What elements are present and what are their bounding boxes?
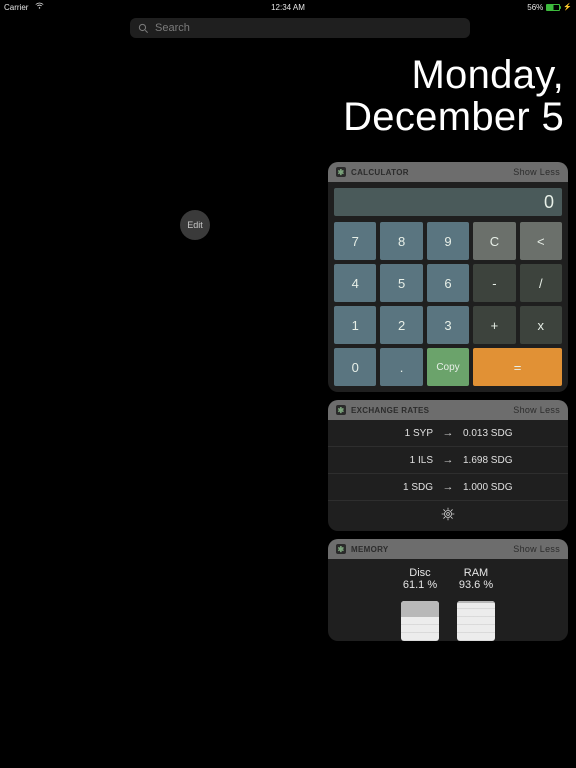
status-left: Carrier <box>4 2 44 12</box>
carrier-label: Carrier <box>4 3 28 12</box>
calculator-widget: ✱ CALCULATOR Show Less 0 7 8 9 C < 4 5 6… <box>328 162 568 392</box>
memory-ram-value: 93.6 % <box>459 579 493 591</box>
memory-header: ✱ MEMORY Show Less <box>328 539 568 559</box>
wifi-icon <box>35 3 44 12</box>
exchange-from: 1 SYP <box>336 428 437 439</box>
memory-disc-used-fill <box>401 601 439 617</box>
memory-disc-value: 61.1 % <box>403 579 437 591</box>
status-bar: Carrier 12:34 AM 56% ⚡ <box>0 0 576 14</box>
key-divide[interactable]: / <box>520 264 562 302</box>
exchange-header: ✱ EXCHANGE RATES Show Less <box>328 400 568 420</box>
battery-percent: 56% <box>527 3 543 12</box>
exchange-row: 1 SYP → 0.013 SDG <box>328 420 568 446</box>
lockscreen-date: Monday, December 5 <box>343 54 564 138</box>
date-monthday: December 5 <box>343 96 564 138</box>
key-7[interactable]: 7 <box>334 222 376 260</box>
exchange-app-icon: ✱ <box>336 405 346 415</box>
calculator-keypad: 7 8 9 C < 4 5 6 - / 1 2 3 + x 0 . Copy = <box>334 222 562 386</box>
key-1[interactable]: 1 <box>334 306 376 344</box>
calculator-title: CALCULATOR <box>351 168 409 177</box>
key-multiply[interactable]: x <box>520 306 562 344</box>
memory-app-icon: ✱ <box>336 544 346 554</box>
gear-icon <box>441 507 455 521</box>
memory-ram-used-fill <box>457 601 495 603</box>
memory-ram-label: RAM <box>464 567 488 579</box>
battery-icon <box>546 4 560 11</box>
memory-showless-button[interactable]: Show Less <box>513 544 560 554</box>
key-3[interactable]: 3 <box>427 306 469 344</box>
status-time: 12:34 AM <box>271 3 305 12</box>
arrow-right-icon: → <box>437 427 459 439</box>
edit-button[interactable]: Edit <box>180 210 210 240</box>
exchange-title: EXCHANGE RATES <box>351 406 429 415</box>
key-0[interactable]: 0 <box>334 348 376 386</box>
key-clear[interactable]: C <box>473 222 515 260</box>
calculator-display: 0 <box>334 188 562 216</box>
memory-disc-label: Disc <box>409 567 430 579</box>
key-backspace[interactable]: < <box>520 222 562 260</box>
exchange-row: 1 ILS → 1.698 SDG <box>328 446 568 473</box>
exchange-widget: ✱ EXCHANGE RATES Show Less 1 SYP → 0.013… <box>328 400 568 531</box>
widgets-column: ✱ CALCULATOR Show Less 0 7 8 9 C < 4 5 6… <box>328 162 568 641</box>
charging-icon: ⚡ <box>563 3 572 11</box>
exchange-settings-button[interactable] <box>328 500 568 527</box>
arrow-right-icon: → <box>437 454 459 466</box>
date-weekday: Monday, <box>343 54 564 96</box>
exchange-from: 1 ILS <box>336 455 437 466</box>
exchange-to: 0.013 SDG <box>459 428 560 439</box>
calculator-showless-button[interactable]: Show Less <box>513 167 560 177</box>
memory-widget: ✱ MEMORY Show Less Disc 61.1 % RAM 93.6 … <box>328 539 568 641</box>
memory-disc-bar <box>401 601 439 641</box>
memory-col-disc: Disc 61.1 % <box>401 567 439 641</box>
search-placeholder: Search <box>155 22 190 34</box>
exchange-from: 1 SDG <box>336 482 437 493</box>
exchange-to: 1.000 SDG <box>459 482 560 493</box>
exchange-row: 1 SDG → 1.000 SDG <box>328 473 568 500</box>
status-right: 56% ⚡ <box>527 3 572 12</box>
key-copy[interactable]: Copy <box>427 348 469 386</box>
exchange-showless-button[interactable]: Show Less <box>513 405 560 415</box>
key-2[interactable]: 2 <box>380 306 422 344</box>
key-5[interactable]: 5 <box>380 264 422 302</box>
search-icon <box>138 23 149 34</box>
key-9[interactable]: 9 <box>427 222 469 260</box>
key-dot[interactable]: . <box>380 348 422 386</box>
calculator-header: ✱ CALCULATOR Show Less <box>328 162 568 182</box>
key-6[interactable]: 6 <box>427 264 469 302</box>
memory-title: MEMORY <box>351 545 389 554</box>
key-minus[interactable]: - <box>473 264 515 302</box>
memory-body: Disc 61.1 % RAM 93.6 % <box>328 559 568 641</box>
key-equals[interactable]: = <box>473 348 562 386</box>
key-plus[interactable]: + <box>473 306 515 344</box>
calculator-app-icon: ✱ <box>336 167 346 177</box>
edit-label: Edit <box>187 220 203 230</box>
key-4[interactable]: 4 <box>334 264 376 302</box>
memory-col-ram: RAM 93.6 % <box>457 567 495 641</box>
exchange-body: 1 SYP → 0.013 SDG 1 ILS → 1.698 SDG 1 SD… <box>328 420 568 531</box>
search-bar[interactable]: Search <box>130 18 470 38</box>
exchange-to: 1.698 SDG <box>459 455 560 466</box>
key-8[interactable]: 8 <box>380 222 422 260</box>
calculator-display-value: 0 <box>544 192 554 213</box>
memory-ram-bar <box>457 601 495 641</box>
arrow-right-icon: → <box>437 481 459 493</box>
